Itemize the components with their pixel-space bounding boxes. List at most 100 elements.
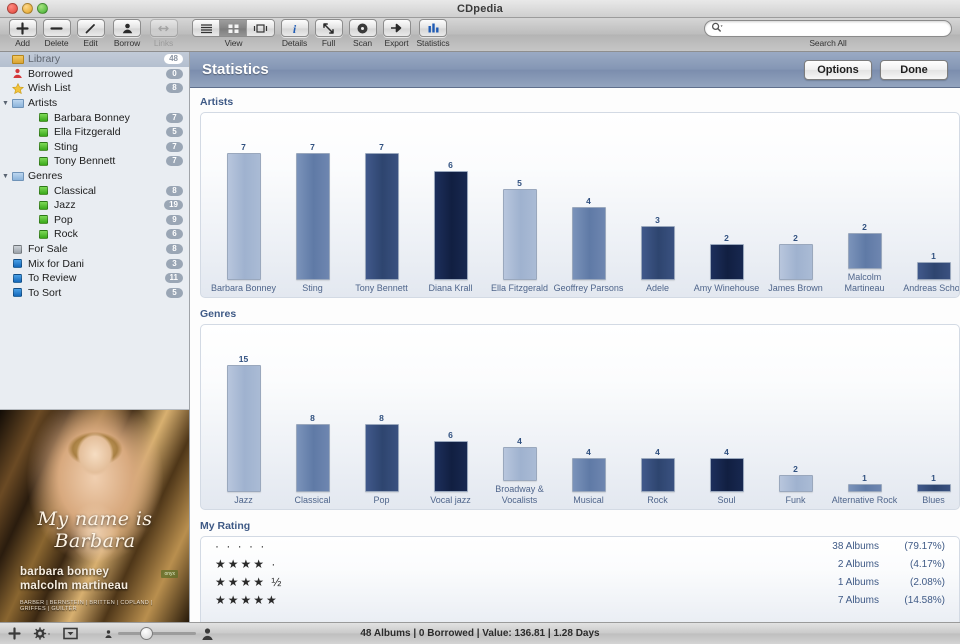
artist-bar-column[interactable]: 7Sting <box>278 113 347 297</box>
toolbar-full-button[interactable]: Full <box>312 19 345 48</box>
genre-bar-value: 4 <box>724 447 729 457</box>
artist-bar[interactable] <box>641 226 675 280</box>
sidebar-item-barbara-bonney[interactable]: Barbara Bonney7 <box>0 110 189 125</box>
genre-bar[interactable] <box>641 458 675 492</box>
rating-percent: (79.17%) <box>879 541 945 552</box>
genre-bar-column[interactable]: 4Broadway & Vocalists <box>485 325 554 509</box>
genre-bar-column[interactable]: 2Funk <box>761 325 830 509</box>
search-box[interactable] <box>704 20 952 37</box>
genre-bar-column[interactable]: 1Alternative Rock <box>830 325 899 509</box>
toolbar-statistics-button[interactable]: Statistics <box>414 19 452 48</box>
genre-bar[interactable] <box>296 424 330 492</box>
sidebar-item-classical[interactable]: Classical8 <box>0 183 189 198</box>
artist-bar[interactable] <box>779 244 813 280</box>
toolbar-export-label: Export <box>385 38 409 48</box>
toolbar-edit-button[interactable]: Edit <box>74 19 107 48</box>
genre-bar-column[interactable]: 4Rock <box>623 325 692 509</box>
sidebar-item-artists[interactable]: ▼ Artists <box>0 96 189 111</box>
sidebar-item-mix-for-dani[interactable]: Mix for Dani3 <box>0 256 189 271</box>
bar-chart-icon <box>419 19 447 37</box>
artist-bar-label: Adele <box>623 283 693 294</box>
done-button[interactable]: Done <box>880 60 948 80</box>
artist-bar[interactable] <box>917 262 951 280</box>
artist-bar-column[interactable]: 1Andreas Scholl <box>899 113 960 297</box>
toolbar-export-button[interactable]: Export <box>380 19 413 48</box>
genre-bar-column[interactable]: 6Vocal jazz <box>416 325 485 509</box>
artist-bar-value: 6 <box>448 160 453 170</box>
grid-view-icon[interactable] <box>220 20 247 36</box>
genre-bar-column[interactable]: 1Blues <box>899 325 960 509</box>
sidebar-list[interactable]: Library48Borrowed0Wish List8 ▼ ArtistsBarb… <box>0 52 189 409</box>
genre-bar[interactable] <box>434 441 468 492</box>
genre-bar[interactable] <box>503 447 537 481</box>
artist-bar[interactable] <box>572 207 606 280</box>
chevron-down-icon[interactable]: ▼ <box>0 173 11 180</box>
artist-bar[interactable] <box>848 233 882 269</box>
arrow-right-icon <box>383 19 411 37</box>
genre-bar-column[interactable]: 8Classical <box>278 325 347 509</box>
genre-bar[interactable] <box>365 424 399 492</box>
toolbar-delete-button[interactable]: Delete <box>40 19 73 48</box>
artist-bar-column[interactable]: 3Adele <box>623 113 692 297</box>
statistics-body[interactable]: Artists 7Barbara Bonney7Sting7Tony Benne… <box>190 88 960 622</box>
toolbar-details-button[interactable]: i Details <box>278 19 311 48</box>
sidebar-item-label: Artists <box>28 97 183 109</box>
toolbar-borrow-button[interactable]: Borrow <box>108 19 146 48</box>
artist-bar[interactable] <box>503 189 537 280</box>
sidebar-item-to-review[interactable]: To Review11 <box>0 271 189 286</box>
genre-bar-column[interactable]: 8Pop <box>347 325 416 509</box>
artist-bar-value: 2 <box>793 233 798 243</box>
genre-bar-column[interactable]: 15Jazz <box>209 325 278 509</box>
genre-bar-value: 1 <box>862 473 867 483</box>
toolbar-links-button[interactable]: Links <box>147 19 180 48</box>
album-artwork[interactable]: My name is Barbara barbara bonney malcol… <box>0 409 190 622</box>
toolbar-add-button[interactable]: Add <box>6 19 39 48</box>
genre-bar[interactable] <box>917 484 951 492</box>
artist-bar-column[interactable]: 2Malcolm Martineau <box>830 113 899 297</box>
rating-row[interactable]: ★★★★ ½1 Albums(2.08%) <box>201 573 959 591</box>
sidebar-item-for-sale[interactable]: For Sale8 <box>0 242 189 257</box>
list-view-icon[interactable] <box>193 20 220 36</box>
sidebar-item-sting[interactable]: Sting7 <box>0 140 189 155</box>
artist-bar-column[interactable]: 6Diana Krall <box>416 113 485 297</box>
artist-bar-column[interactable]: 4Geoffrey Parsons <box>554 113 623 297</box>
rating-row[interactable]: · · · · ·38 Albums(79.17%) <box>201 537 959 555</box>
genre-bar[interactable] <box>779 475 813 492</box>
genre-bar[interactable] <box>848 484 882 492</box>
cover-flow-icon[interactable] <box>247 20 274 36</box>
sidebar-item-wish-list[interactable]: Wish List8 <box>0 81 189 96</box>
artist-bar-column[interactable]: 5Ella Fitzgerald <box>485 113 554 297</box>
rating-album-count: 1 Albums <box>789 577 879 588</box>
artist-bar[interactable] <box>710 244 744 280</box>
view-segmented-control[interactable] <box>192 19 275 37</box>
genre-bar[interactable] <box>572 458 606 492</box>
genre-bar[interactable] <box>227 365 261 492</box>
toolbar-scan-button[interactable]: Scan <box>346 19 379 48</box>
genre-bar[interactable] <box>710 458 744 492</box>
sidebar-item-pop[interactable]: Pop9 <box>0 213 189 228</box>
artist-bar-column[interactable]: 2Amy Winehouse <box>692 113 761 297</box>
options-button[interactable]: Options <box>804 60 872 80</box>
genre-bar-column[interactable]: 4Soul <box>692 325 761 509</box>
sidebar-item-borrowed[interactable]: Borrowed0 <box>0 67 189 82</box>
sidebar-item-library[interactable]: Library48 <box>0 52 189 67</box>
genre-bar-column[interactable]: 4Musical <box>554 325 623 509</box>
sidebar-item-rock[interactable]: Rock6 <box>0 227 189 242</box>
artist-bar-column[interactable]: 7Tony Bennett <box>347 113 416 297</box>
artist-bar[interactable] <box>365 153 399 280</box>
artist-bar-column[interactable]: 7Barbara Bonney <box>209 113 278 297</box>
sidebar-item-to-sort[interactable]: To Sort5 <box>0 286 189 301</box>
sidebar-item-jazz[interactable]: Jazz19 <box>0 198 189 213</box>
sidebar-item-genres[interactable]: ▼Genres <box>0 169 189 184</box>
artist-bar[interactable] <box>434 171 468 280</box>
artist-bar[interactable] <box>296 153 330 280</box>
artist-bar[interactable] <box>227 153 261 280</box>
sidebar-item-ella-fitzgerald[interactable]: Ella Fitzgerald5 <box>0 125 189 140</box>
genres-chart-panel: 15Jazz8Classical8Pop6Vocal jazz4Broadway… <box>200 324 960 510</box>
artist-bar-column[interactable]: 2James Brown <box>761 113 830 297</box>
rating-row[interactable]: ★★★★★7 Albums(14.58%) <box>201 591 959 609</box>
search-input[interactable] <box>726 23 945 34</box>
chevron-down-icon[interactable]: ▼ <box>0 100 11 107</box>
sidebar-item-tony-bennett[interactable]: Tony Bennett7 <box>0 154 189 169</box>
rating-row[interactable]: ★★★★ ·2 Albums(4.17%) <box>201 555 959 573</box>
